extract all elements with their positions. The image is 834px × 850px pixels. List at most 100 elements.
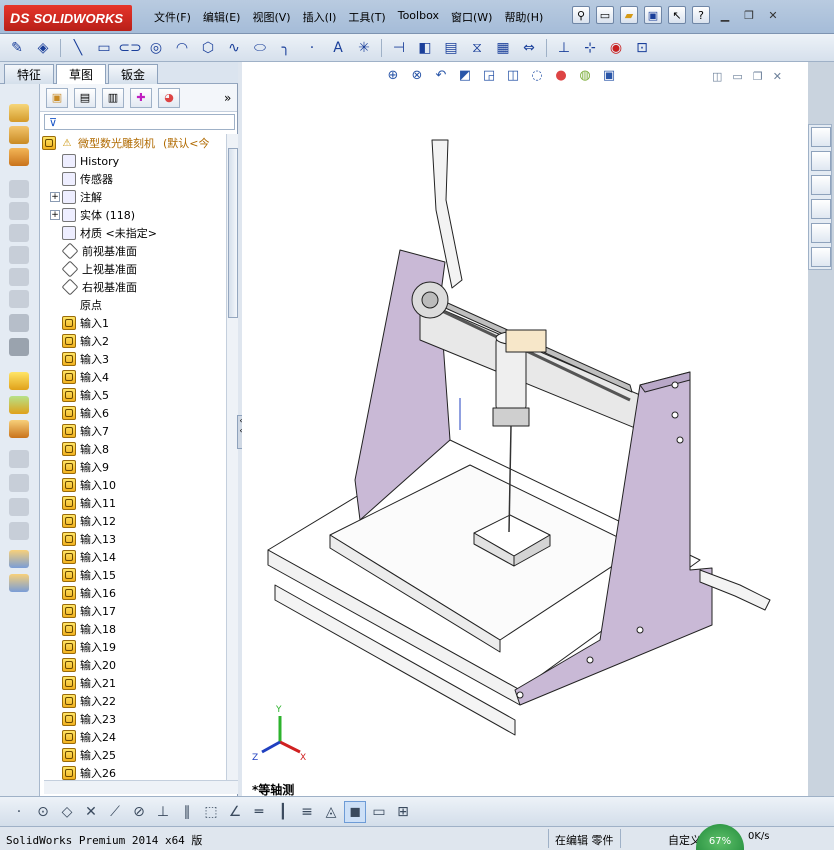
polygon-icon[interactable]: ⬡ bbox=[197, 38, 219, 58]
tree-item[interactable]: + 注解 bbox=[50, 188, 226, 206]
tree-item[interactable]: 上视基准面 bbox=[50, 260, 226, 278]
sweep-icon[interactable] bbox=[9, 148, 29, 166]
curves-icon[interactable] bbox=[9, 574, 29, 592]
dome-icon[interactable] bbox=[9, 498, 29, 516]
tree-item-import[interactable]: 输入10 bbox=[62, 476, 226, 494]
document-minimize-button[interactable]: ▭ bbox=[732, 70, 742, 83]
tree-item-import[interactable]: 输入14 bbox=[62, 548, 226, 566]
sketch-icon[interactable]: ✎ bbox=[6, 38, 28, 58]
tab-features[interactable]: 特征 bbox=[4, 64, 55, 84]
help-icon[interactable]: ? bbox=[692, 6, 710, 24]
extruded-boss-icon[interactable] bbox=[9, 104, 29, 122]
mirror-icon[interactable]: ⧖ bbox=[466, 38, 488, 58]
rib-icon[interactable] bbox=[9, 450, 29, 468]
offset-icon[interactable]: ▤ bbox=[440, 38, 462, 58]
menu-window[interactable]: 窗口(W) bbox=[445, 9, 498, 25]
menu-edit[interactable]: 编辑(E) bbox=[197, 9, 247, 25]
tree-item[interactable]: 前视基准面 bbox=[50, 242, 226, 260]
center-snap-icon[interactable]: ⊙ bbox=[32, 801, 54, 823]
tree-item[interactable]: 传感器 bbox=[50, 170, 226, 188]
grid-snap-icon[interactable]: ⬚ bbox=[200, 801, 222, 823]
menu-insert[interactable]: 插入(I) bbox=[297, 9, 343, 25]
tree-item-import[interactable]: 输入24 bbox=[62, 728, 226, 746]
single-view-icon[interactable]: ▭ bbox=[368, 801, 390, 823]
shaded-display-icon[interactable]: ◼ bbox=[344, 800, 366, 823]
move-entities-icon[interactable]: ⇔ bbox=[518, 38, 540, 58]
tree-item-import[interactable]: 输入17 bbox=[62, 602, 226, 620]
tree-item-import[interactable]: 输入2 bbox=[62, 332, 226, 350]
tree-item-import[interactable]: 输入7 bbox=[62, 422, 226, 440]
document-restore-button[interactable]: ❐ bbox=[753, 70, 763, 83]
menu-tools[interactable]: 工具(T) bbox=[342, 9, 391, 25]
design-library-icon[interactable] bbox=[811, 151, 831, 171]
tangent-snap-icon[interactable]: ⊘ bbox=[128, 801, 150, 823]
horizontal-line-icon[interactable]: ═ bbox=[248, 801, 270, 823]
feature-tree-vertical-scrollbar[interactable] bbox=[226, 134, 238, 794]
feature-tree-tab-icon[interactable]: ▣ bbox=[46, 87, 68, 108]
menu-toolbox[interactable]: Toolbox bbox=[392, 9, 445, 25]
shell-icon[interactable] bbox=[9, 290, 29, 308]
linear-pattern-icon[interactable]: ▦ bbox=[492, 38, 514, 58]
linear-pattern-feature-icon[interactable] bbox=[9, 396, 29, 414]
circle-icon[interactable]: ◎ bbox=[145, 38, 167, 58]
previous-view-icon[interactable]: ↶ bbox=[432, 66, 450, 84]
pin-icon[interactable]: ⚲ bbox=[572, 6, 590, 24]
tree-item-import[interactable]: 输入25 bbox=[62, 746, 226, 764]
convert-entities-icon[interactable]: ◧ bbox=[414, 38, 436, 58]
tree-item[interactable]: + 实体 (118) bbox=[50, 206, 226, 224]
slot-icon[interactable]: ⊂⊃ bbox=[118, 38, 141, 58]
draft-icon[interactable] bbox=[9, 314, 29, 332]
point-snap-icon[interactable]: · bbox=[8, 801, 30, 823]
tab-sheet-metal[interactable]: 钣金 bbox=[108, 64, 159, 84]
tree-item-import[interactable]: 输入6 bbox=[62, 404, 226, 422]
arc-icon[interactable]: ◠ bbox=[171, 38, 193, 58]
tab-sketch[interactable]: 草图 bbox=[56, 64, 107, 84]
solidworks-logo[interactable]: DS SOLIDWORKS bbox=[4, 5, 132, 31]
tree-item-import[interactable]: 输入3 bbox=[62, 350, 226, 368]
vertical-line-icon[interactable]: ┃ bbox=[272, 801, 294, 823]
angle-snap-icon[interactable]: ∠ bbox=[224, 801, 246, 823]
view-palette-icon[interactable] bbox=[811, 199, 831, 219]
intersect-icon[interactable] bbox=[9, 522, 29, 540]
ellipse-icon[interactable]: ⬭ bbox=[249, 38, 271, 58]
apply-scene-icon[interactable]: ◍ bbox=[576, 66, 594, 84]
four-view-icon[interactable]: ⊞ bbox=[392, 801, 414, 823]
wrap-icon[interactable] bbox=[9, 474, 29, 492]
custom-properties-icon[interactable] bbox=[811, 247, 831, 267]
menu-view[interactable]: 视图(V) bbox=[246, 9, 296, 25]
rectangle-icon[interactable]: ▭ bbox=[93, 38, 115, 58]
point-icon[interactable]: · bbox=[301, 38, 323, 58]
view-settings-icon[interactable]: ▣ bbox=[600, 66, 618, 84]
menu-file[interactable]: 文件(F) bbox=[148, 9, 197, 25]
tree-item-import[interactable]: 输入16 bbox=[62, 584, 226, 602]
file-explorer-icon[interactable] bbox=[811, 175, 831, 195]
tree-item-import[interactable]: 输入9 bbox=[62, 458, 226, 476]
zoom-to-area-icon[interactable]: ⊗ bbox=[408, 66, 426, 84]
resources-home-icon[interactable] bbox=[811, 127, 831, 147]
reference-geometry-icon[interactable] bbox=[9, 550, 29, 568]
expand-toggle-icon[interactable]: + bbox=[50, 192, 60, 202]
tree-item-import[interactable]: 输入18 bbox=[62, 620, 226, 638]
match-length-icon[interactable]: ≡ bbox=[296, 801, 318, 823]
revolve-icon[interactable] bbox=[9, 126, 29, 144]
tree-item-import[interactable]: 输入5 bbox=[62, 386, 226, 404]
parallel-snap-icon[interactable]: ∥ bbox=[176, 801, 198, 823]
perpendicular-snap-icon[interactable]: ⊥ bbox=[152, 801, 174, 823]
text-icon[interactable]: A bbox=[327, 38, 349, 58]
select-arrow-icon[interactable]: ↖ bbox=[668, 6, 686, 24]
tree-item-import[interactable]: 输入15 bbox=[62, 566, 226, 584]
line-icon[interactable]: ╲ bbox=[67, 38, 89, 58]
zoom-to-fit-icon[interactable]: ⊕ bbox=[384, 66, 402, 84]
display-manager-tab-icon[interactable]: ◕ bbox=[158, 87, 180, 108]
tree-item[interactable]: 材质 <未指定> bbox=[50, 224, 226, 242]
menu-help[interactable]: 帮助(H) bbox=[498, 9, 549, 25]
circular-pattern-icon[interactable] bbox=[9, 420, 29, 438]
document-close-button[interactable]: ✕ bbox=[773, 70, 782, 83]
intersection-snap-icon[interactable]: ✕ bbox=[80, 801, 102, 823]
new-document-icon[interactable]: ▭ bbox=[596, 6, 614, 24]
tree-item-import[interactable]: 输入19 bbox=[62, 638, 226, 656]
extruded-cut-icon[interactable] bbox=[9, 202, 29, 220]
tree-item[interactable]: History bbox=[50, 152, 226, 170]
lofted-cut-icon[interactable] bbox=[9, 268, 29, 286]
smart-dimension-icon[interactable]: ◈ bbox=[32, 38, 54, 58]
